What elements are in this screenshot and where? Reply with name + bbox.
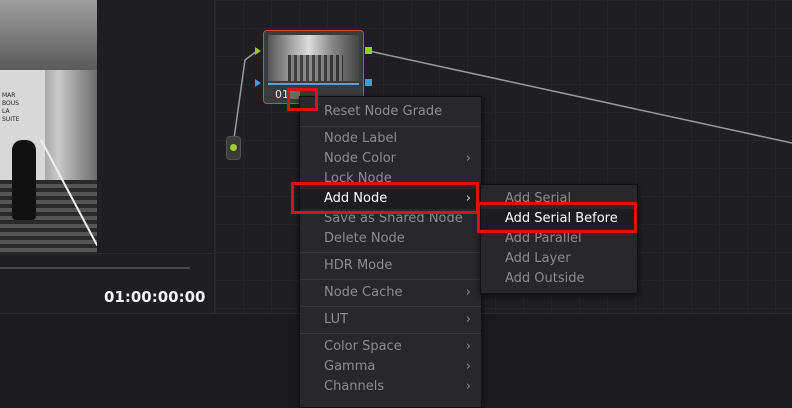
node-context-menu: Reset Node Grade Node Label Node Color › … — [299, 96, 482, 408]
menu-separator — [300, 252, 481, 253]
menu-item-gamma[interactable]: Gamma › — [300, 357, 481, 377]
chevron-right-icon: › — [465, 285, 471, 300]
chevron-right-icon: › — [465, 312, 471, 327]
chevron-right-icon: › — [465, 359, 471, 374]
node-status-bar — [268, 83, 359, 85]
viewer-image-ceiling — [0, 0, 97, 70]
viewer-panel: MAR BOUS LA SUITE 01:00:00:00 — [0, 0, 214, 313]
menu-item-delete-node[interactable]: Delete Node — [300, 229, 481, 249]
annotation-highlight-node-options — [287, 88, 318, 111]
timeline-scrub-bar[interactable] — [0, 267, 190, 269]
submenu-item-add-layer[interactable]: Add Layer — [481, 249, 637, 269]
source-output-port[interactable] — [230, 144, 237, 151]
menu-item-channels[interactable]: Channels › — [300, 377, 481, 397]
viewer-frame-image: MAR BOUS LA SUITE — [0, 0, 97, 253]
node-rgb-output-port[interactable] — [365, 47, 372, 54]
annotation-highlight-add-node — [291, 182, 479, 214]
viewer-image-person — [12, 140, 36, 220]
menu-item-hdr-mode[interactable]: HDR Mode — [300, 256, 481, 276]
viewer-image-sign: MAR BOUS LA SUITE — [2, 92, 20, 123]
annotation-highlight-add-serial-before — [477, 202, 637, 233]
chevron-right-icon: › — [465, 379, 471, 394]
menu-item-lut[interactable]: LUT › — [300, 310, 481, 330]
menu-separator — [300, 333, 481, 334]
menu-separator — [300, 306, 481, 307]
source-input-node[interactable] — [226, 136, 241, 160]
menu-separator — [300, 126, 481, 127]
menu-item-node-label[interactable]: Node Label — [300, 129, 481, 149]
node-key-output-port[interactable] — [365, 79, 372, 86]
node-key-input-port[interactable] — [255, 79, 261, 87]
menu-item-color-space[interactable]: Color Space › — [300, 337, 481, 357]
chevron-right-icon: › — [465, 339, 471, 354]
chevron-right-icon: › — [465, 151, 471, 166]
add-node-submenu: Add Serial Add Serial Before Add Paralle… — [480, 184, 638, 294]
menu-item-reset-node-grade[interactable]: Reset Node Grade — [300, 102, 481, 122]
menu-item-node-color[interactable]: Node Color › — [300, 149, 481, 169]
menu-separator — [300, 279, 481, 280]
menu-item-node-cache[interactable]: Node Cache › — [300, 283, 481, 303]
submenu-item-add-outside[interactable]: Add Outside — [481, 269, 637, 289]
timecode-display: 01:00:00:00 — [104, 288, 206, 306]
viewer-divider — [0, 253, 214, 254]
node-rgb-input-port[interactable] — [255, 47, 261, 55]
node-thumbnail — [268, 35, 359, 81]
